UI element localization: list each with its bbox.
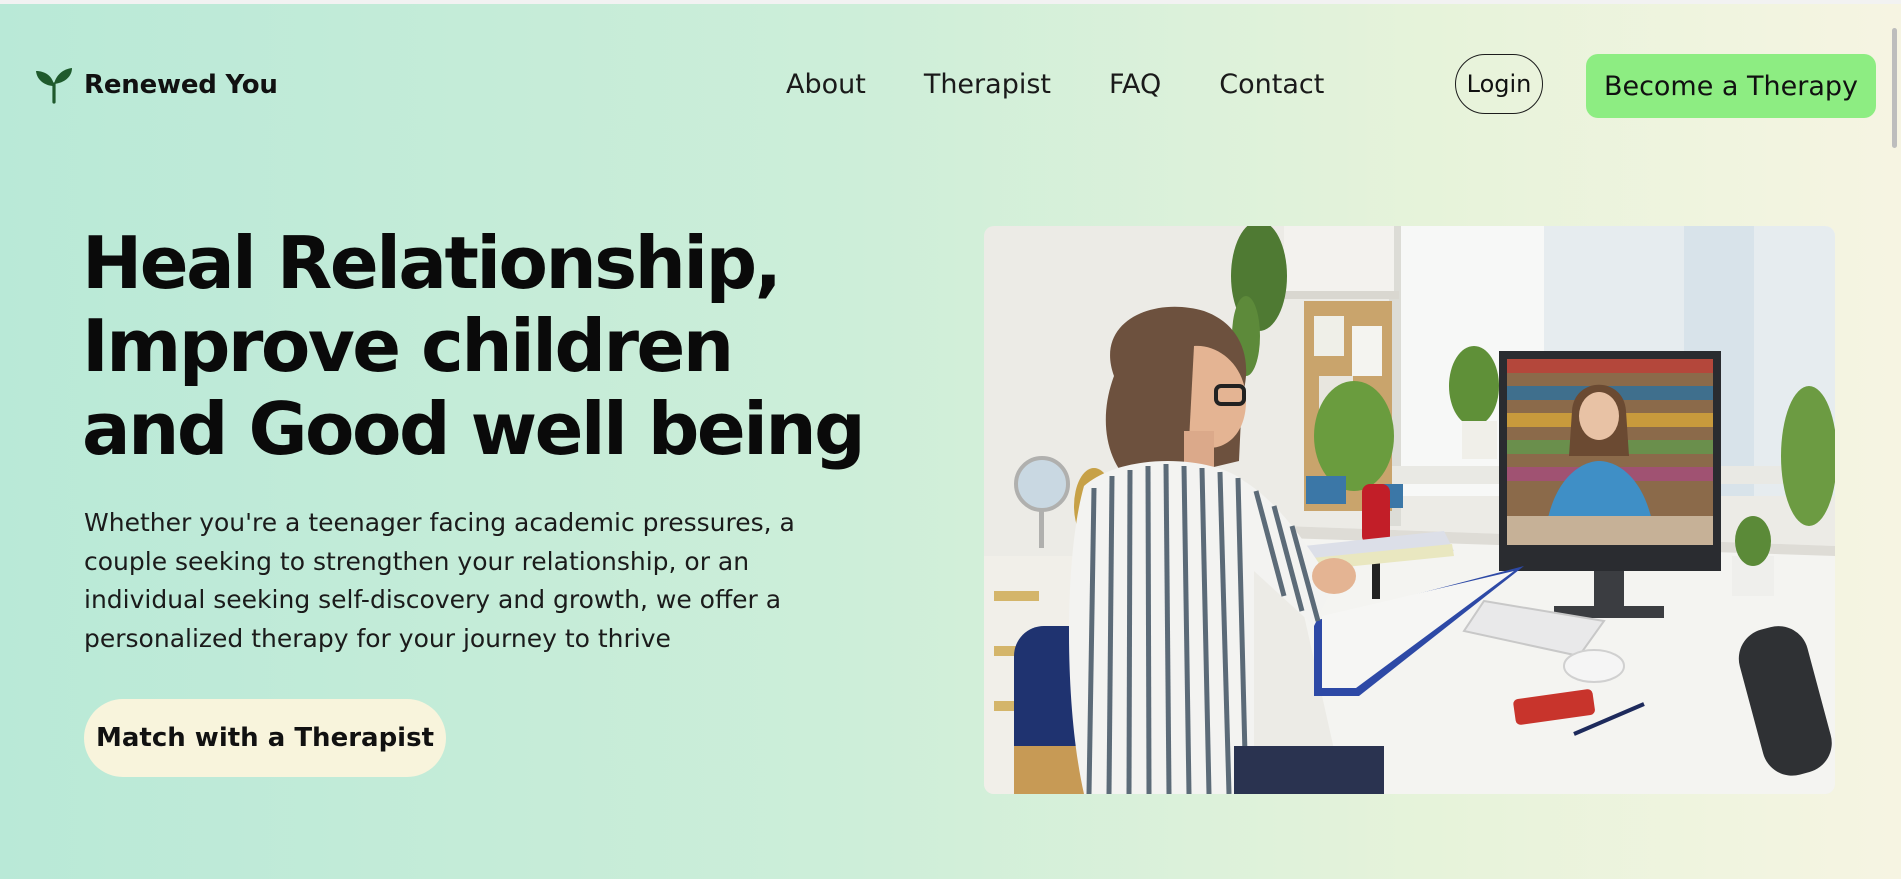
match-therapist-button[interactable]: Match with a Therapist <box>84 699 446 777</box>
nav-link-about[interactable]: About <box>786 68 866 102</box>
hero-description: Whether you're a teenager facing academi… <box>84 504 844 658</box>
login-button[interactable]: Login <box>1455 54 1543 114</box>
hero-image <box>984 226 1835 794</box>
hero-description-line: personalized therapy for your journey to… <box>84 623 671 653</box>
hero-description-line: couple seeking to strengthen your relati… <box>84 546 750 576</box>
hero-description-line: Whether you're a teenager facing academi… <box>84 508 795 537</box>
hero-title: Heal Relationship, Improve children and … <box>82 221 866 471</box>
hero-description-line: individual seeking self-discovery and gr… <box>84 585 782 614</box>
become-therapist-button[interactable]: Become a Therapy <box>1586 54 1876 118</box>
nav-link-contact[interactable]: Contact <box>1219 68 1324 102</box>
therapy-session-illustration <box>984 226 1835 794</box>
landing-page: Renewed You About Therapist FAQ Contact … <box>0 0 1901 879</box>
hero-title-line: Improve children <box>82 304 734 388</box>
nav-link-therapist[interactable]: Therapist <box>924 68 1051 102</box>
brand-logo[interactable]: Renewed You <box>34 66 278 104</box>
main-nav: About Therapist FAQ Contact <box>786 68 1324 102</box>
sprout-icon <box>36 68 72 104</box>
hero-title-line: Heal Relationship, <box>82 221 782 305</box>
page-scrollbar[interactable] <box>1887 4 1901 879</box>
brand-name: Renewed You <box>84 70 278 100</box>
hero-title-line: and Good well being <box>82 387 866 471</box>
top-border <box>0 0 1901 4</box>
nav-link-faq[interactable]: FAQ <box>1109 68 1161 102</box>
scrollbar-thumb[interactable] <box>1892 28 1897 148</box>
